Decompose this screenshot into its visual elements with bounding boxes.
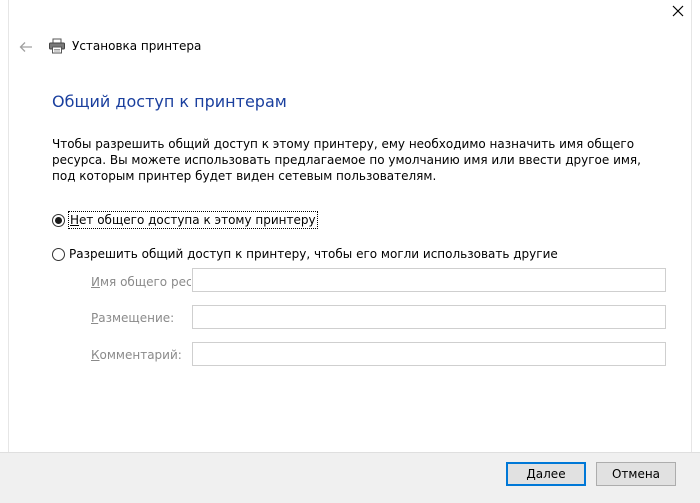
next-button-text: алее: [535, 467, 566, 481]
next-button-accel: Д: [526, 467, 536, 481]
radio-no-share[interactable]: Нет общего доступа к этому принтеру: [52, 211, 318, 229]
printer-icon: [49, 38, 65, 54]
back-arrow-icon: [19, 42, 32, 52]
next-button[interactable]: Далее: [506, 462, 586, 486]
window-frame-right: [691, 0, 692, 452]
radio-no-share-button[interactable]: [52, 213, 65, 227]
comment-input[interactable]: [192, 342, 666, 366]
window-title: Установка принтера: [72, 39, 202, 53]
radio-no-share-label[interactable]: Нет общего доступа к этому принтеру: [68, 211, 318, 229]
printer-setup-window: Установка принтера Общий доступ к принте…: [0, 0, 700, 503]
window-frame-left: [8, 0, 9, 452]
share-name-text: мя общего ресурса:: [99, 275, 191, 289]
radio-share-label[interactable]: Разрешить общий доступ к принтеру, чтобы…: [69, 246, 558, 262]
close-icon: [672, 5, 684, 17]
dialog-footer: [0, 452, 700, 503]
cancel-button[interactable]: Отмена: [596, 462, 676, 486]
share-name-accel: И: [91, 275, 100, 289]
share-name-input[interactable]: [192, 268, 666, 292]
comment-label: Комментарий:: [91, 347, 191, 363]
radio-share-button[interactable]: [52, 247, 65, 261]
page-heading: Общий доступ к принтерам: [52, 92, 287, 111]
radio-no-share-accel: Н: [70, 213, 80, 227]
radio-share[interactable]: Разрешить общий доступ к принтеру, чтобы…: [52, 245, 558, 263]
location-input[interactable]: [192, 305, 666, 329]
back-button[interactable]: [14, 37, 38, 57]
share-name-label: Имя общего ресурса:: [91, 274, 191, 290]
page-description: Чтобы разрешить общий доступ к этому при…: [52, 137, 641, 183]
comment-accel: К: [91, 348, 100, 362]
location-label: Размещение:: [91, 310, 191, 326]
radio-no-share-text: ет общего доступа к этому принтеру: [79, 213, 316, 227]
comment-text: омментарий:: [99, 348, 182, 362]
location-text: азмещение:: [98, 311, 175, 325]
close-button[interactable]: [656, 0, 700, 22]
